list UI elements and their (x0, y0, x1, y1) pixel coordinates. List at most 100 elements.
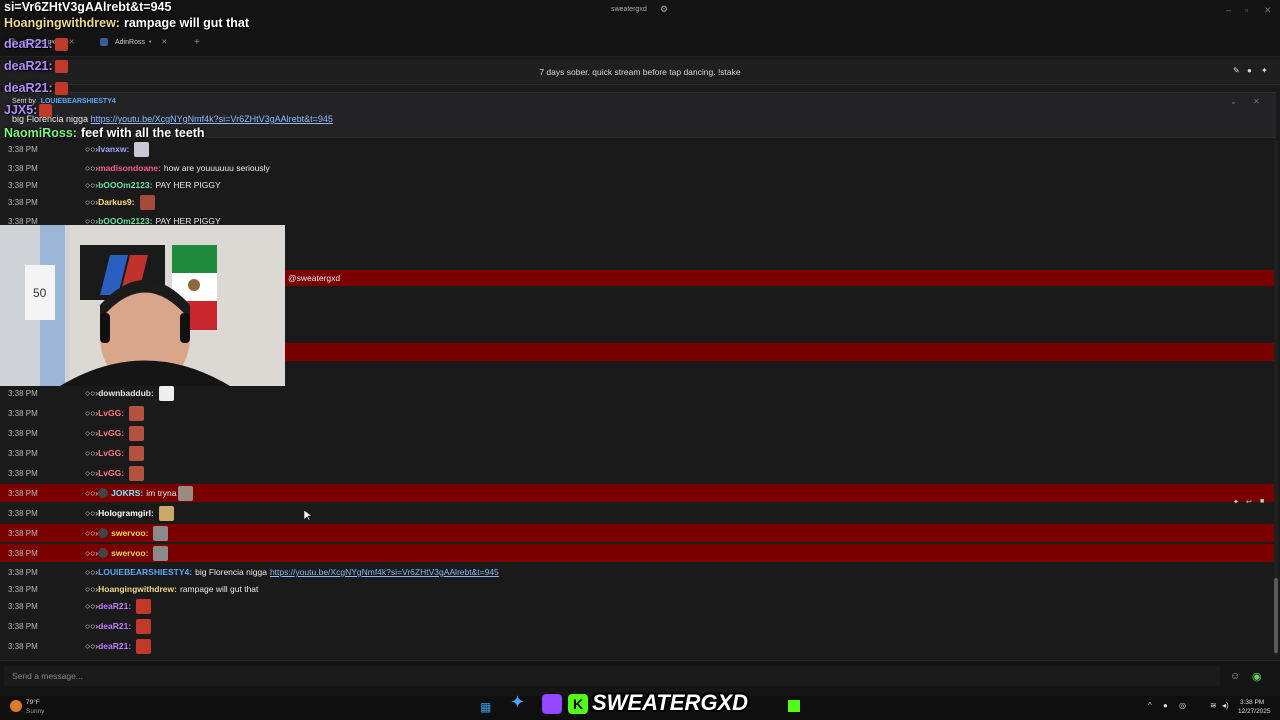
mod-actions-icon[interactable]: ○○› (85, 197, 98, 207)
add-tab-button[interactable]: + (194, 34, 200, 50)
chat-message-row[interactable]: 3:38 PM ○○› LvGG: (0, 424, 1276, 442)
mod-actions-icon[interactable]: ○○› (85, 584, 98, 594)
chat-message-row[interactable]: 3:38 PM ○○› Hologramgirl: (0, 504, 1276, 522)
overlay-username: NaomiRoss: (4, 126, 77, 140)
pin-message-icon[interactable]: ✦ (1233, 498, 1239, 506)
pencil-icon[interactable]: ✎ (1233, 66, 1240, 75)
message-username[interactable]: swervoo: (111, 548, 148, 558)
overlay-line: JJX5: (4, 103, 53, 118)
kick-emote-icon[interactable]: ◉ (1252, 670, 1262, 683)
chat-message-row[interactable]: 3:38 PM ○○› deaR21: (0, 637, 1276, 655)
mod-actions-icon[interactable]: ○○› (85, 621, 98, 631)
chat-message-row[interactable]: 3:38 PM ○○› downbaddub: (0, 384, 1276, 402)
chat-message-row[interactable]: 3:38 PM ○○› deaR21: (0, 597, 1276, 615)
message-username[interactable]: downbaddub: (98, 388, 154, 398)
overlay-line: deaR21: (4, 59, 68, 74)
tray-app-icon[interactable]: ◎ (1179, 701, 1186, 710)
emote-icon (136, 598, 152, 614)
maximize-icon[interactable]: ▫ (1245, 5, 1248, 15)
mod-actions-icon[interactable]: ○○› (85, 488, 98, 498)
unpin-icon[interactable]: ✕ (1253, 97, 1260, 106)
volume-icon[interactable]: ◂) (1222, 701, 1229, 710)
message-username[interactable]: deaR21: (98, 601, 131, 611)
clock-date[interactable]: 12/27/2025 (1238, 708, 1271, 715)
message-username[interactable]: Hoangingwithdrew: (98, 584, 177, 594)
chat-message-row[interactable]: 3:38 PM ○○› Ivanxw: (0, 140, 1276, 158)
mod-actions-icon[interactable]: ○○› (85, 448, 98, 458)
mod-actions-icon[interactable]: ○○› (85, 428, 98, 438)
message-text: im tryna (146, 488, 177, 498)
message-text: big Florencia nigga (195, 567, 267, 577)
pin-icon[interactable]: ✦ (1261, 66, 1268, 75)
chat-message-row[interactable]: 3:38 PM ○○› LvGG: (0, 444, 1276, 462)
webcam-image: 50 (0, 225, 285, 386)
chat-message-row[interactable]: 3:38 PM ○○› LvGG: (0, 404, 1276, 422)
pinned-link[interactable]: https://youtu.be/XcgNYgNmf4k?si=Vr6ZHtV3… (91, 114, 333, 124)
gear-icon[interactable]: ⚙ (660, 4, 668, 15)
message-username[interactable]: madisondoane: (98, 163, 161, 173)
message-username[interactable]: LvGG: (98, 448, 124, 458)
mod-actions-icon[interactable]: ○○› (85, 388, 98, 398)
mod-actions-icon[interactable]: ○○› (85, 528, 98, 538)
message-username[interactable]: Hologramgirl: (98, 508, 154, 518)
chat-message-row[interactable]: 3:38 PM ○○› Darkus9: (0, 193, 1276, 211)
windows-start-icon[interactable]: ▦ (480, 700, 491, 714)
clock-time[interactable]: 3:38 PM (1240, 699, 1264, 706)
close-tab-icon[interactable]: ✕ (69, 38, 75, 46)
mod-actions-icon[interactable]: ○○› (85, 508, 98, 518)
message-username[interactable]: deaR21: (98, 641, 131, 651)
close-icon[interactable]: ✕ (1264, 5, 1272, 16)
message-input[interactable]: Send a message... (4, 666, 1220, 686)
message-username[interactable]: swervoo: (111, 528, 148, 538)
tab-adinross[interactable]: AdinRoss • ✕ (100, 34, 167, 50)
chat-message-row[interactable]: 3:38 PM ○○› swervoo: (0, 524, 1276, 542)
mod-actions-icon[interactable]: ○○› (85, 163, 98, 173)
chat-message-row[interactable]: 3:38 PM ○○› LOUIEBEARSHIESTY4: big Florenci… (0, 563, 1276, 581)
overlay-text: feef with all the teeth (80, 126, 205, 140)
mod-actions-icon[interactable]: ○○› (85, 468, 98, 478)
mod-actions-icon[interactable]: ○○› (85, 144, 98, 154)
mod-actions-icon[interactable]: ○○› (85, 567, 98, 577)
message-username[interactable]: LvGG: (98, 428, 124, 438)
chat-message-row[interactable]: 3:38 PM ○○› swervoo: (0, 544, 1276, 562)
chat-message-row[interactable]: 3:38 PM ○○› deaR21: (0, 617, 1276, 635)
message-link[interactable]: https://youtu.be/XcgNYgNmf4k?si=Vr6ZHtV3… (270, 567, 499, 577)
kick-logo-icon: K (568, 694, 588, 714)
weather-icon[interactable] (10, 700, 22, 712)
message-username[interactable]: Darkus9: (98, 197, 134, 207)
tab-bar: sweatergxd ✕ AdinRoss • ✕ + (0, 30, 1280, 57)
chat-message-row[interactable]: 3:38 PM ○○› Hoangingwithdrew: rampage will … (0, 580, 1276, 598)
tray-app-icon[interactable]: ● (1163, 701, 1168, 710)
message-username[interactable]: LvGG: (98, 468, 124, 478)
tab-label: AdinRoss (115, 38, 145, 46)
message-username[interactable]: LvGG: (98, 408, 124, 418)
delete-icon[interactable]: ■ (1260, 498, 1264, 505)
mod-actions-icon[interactable]: ○○› (85, 408, 98, 418)
user-icon[interactable]: ● (1247, 66, 1252, 75)
kick-app-icon[interactable] (788, 700, 800, 712)
chat-message-row[interactable]: 3:38 PM ○○› bOOOm2123: PAY HER PIGGY (0, 176, 1276, 194)
chat-message-row[interactable]: 3:38 PM ○○› LvGG: (0, 464, 1276, 482)
scrollbar-thumb[interactable] (1274, 578, 1278, 653)
weather-temp: 79°F (26, 699, 40, 706)
mod-actions-icon[interactable]: ○○› (85, 601, 98, 611)
reply-icon[interactable]: ↩ (1246, 498, 1252, 506)
chat-message-row[interactable]: 3:38 PM ○○› madisondoane: how are youuuuuu … (0, 159, 1276, 177)
chat-message-row[interactable]: 3:38 PM ○○› JOKRS: im tryna (0, 484, 1276, 502)
emote-icon (139, 194, 155, 210)
wifi-icon[interactable]: ≋ (1210, 701, 1217, 710)
minimize-icon[interactable]: – (1226, 5, 1231, 15)
tray-chevron-icon[interactable]: ^ (1148, 701, 1152, 710)
close-tab-icon[interactable]: ✕ (161, 38, 167, 46)
message-username[interactable]: LOUIEBEARSHIESTY4: (98, 567, 192, 577)
mod-actions-icon[interactable]: ○○› (85, 641, 98, 651)
message-username[interactable]: deaR21: (98, 621, 131, 631)
message-username[interactable]: JOKRS: (111, 488, 143, 498)
mod-actions-icon[interactable]: ○○› (85, 180, 98, 190)
overlay-username: deaR21: (4, 59, 53, 73)
message-username[interactable]: Ivanxw: (98, 144, 129, 154)
message-username[interactable]: bOOOm2123: (98, 180, 152, 190)
emote-picker-icon[interactable]: ☺ (1230, 671, 1240, 682)
chevron-down-icon[interactable]: ⌄ (1230, 97, 1237, 106)
mod-actions-icon[interactable]: ○○› (85, 548, 98, 558)
